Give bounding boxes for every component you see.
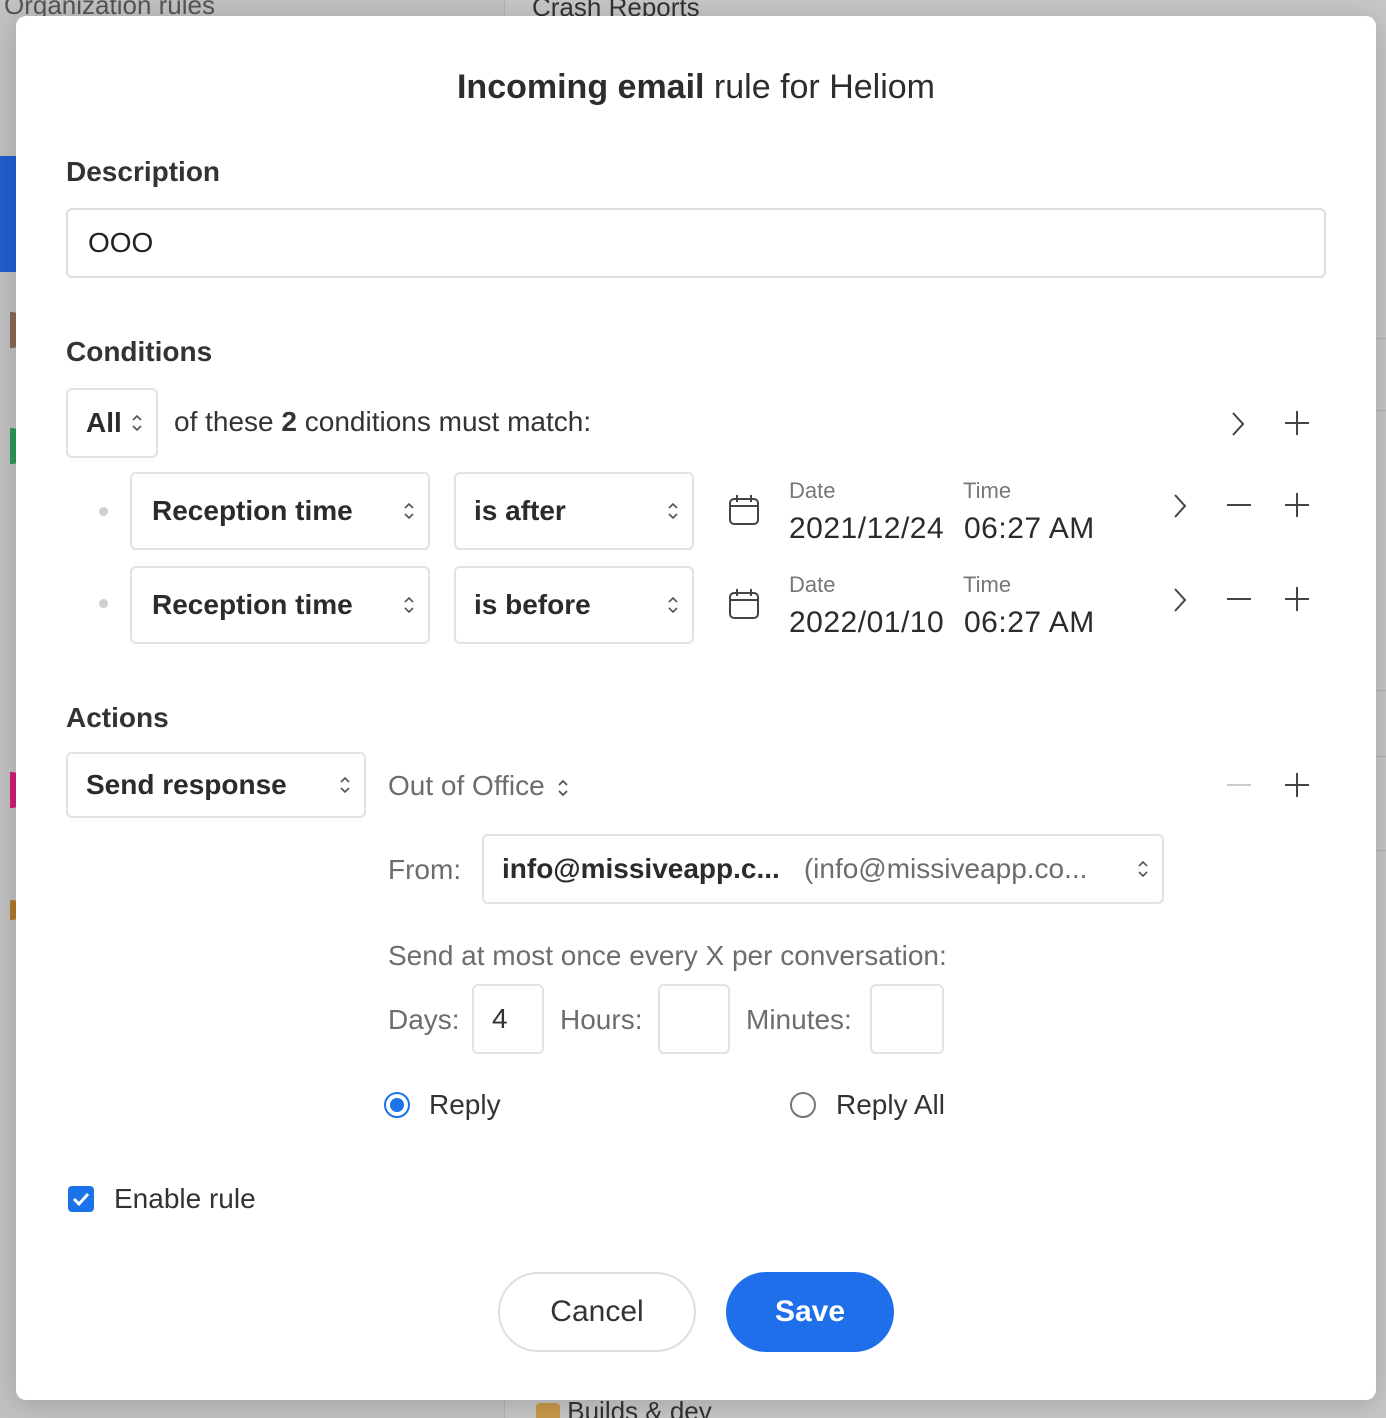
from-name: info@missiveapp.c... xyxy=(502,853,780,884)
updown-chevron-icon xyxy=(668,502,678,520)
actions-label: Actions xyxy=(66,702,169,733)
updown-chevron-icon xyxy=(132,414,142,432)
updown-chevron-icon xyxy=(404,596,414,614)
background-divider xyxy=(1376,850,1386,851)
add-condition-icon[interactable] xyxy=(1284,586,1310,612)
add-condition-icon[interactable] xyxy=(1284,410,1310,436)
time-value[interactable]: 06:27 AM xyxy=(964,606,1095,640)
match-text: of these 2 conditions must match: xyxy=(174,406,592,437)
from-label: From: xyxy=(388,854,462,885)
calendar-icon[interactable] xyxy=(728,494,760,526)
background-divider xyxy=(1376,690,1386,691)
date-label: Date xyxy=(789,572,836,597)
date-value[interactable]: 2022/01/10 xyxy=(789,606,944,640)
add-action-icon[interactable] xyxy=(1284,772,1310,798)
time-label: Time xyxy=(963,572,1012,597)
dialog-title-rest: rule for Heliom xyxy=(704,68,935,106)
add-condition-icon[interactable] xyxy=(1284,492,1310,518)
construction-worker-icon xyxy=(536,1403,560,1418)
from-address: (info@missiveapp.co... xyxy=(803,853,1088,884)
conditions-label: Conditions xyxy=(66,336,213,367)
reply-label[interactable]: Reply xyxy=(429,1089,501,1121)
remove-condition-icon[interactable] xyxy=(1226,586,1252,612)
reply-all-radio[interactable] xyxy=(790,1092,816,1118)
match-count: 2 xyxy=(281,406,297,437)
condition-operator-select[interactable]: is after xyxy=(454,472,694,550)
days-label: Days: xyxy=(388,1004,460,1035)
background-divider xyxy=(1376,410,1386,411)
background-divider xyxy=(1376,756,1386,757)
hours-label: Hours: xyxy=(560,1004,643,1035)
minutes-label: Minutes: xyxy=(746,1004,852,1035)
match-mode-value: All xyxy=(86,407,122,438)
updown-chevron-icon xyxy=(668,596,678,614)
action-type-select[interactable]: Send response xyxy=(66,752,366,818)
description-label: Description xyxy=(66,156,221,187)
updown-chevron-icon xyxy=(404,502,414,520)
enable-rule-checkbox[interactable] xyxy=(68,1186,94,1212)
time-label: Time xyxy=(963,478,1012,503)
background-selected-indicator xyxy=(0,156,16,272)
chevron-right-icon[interactable] xyxy=(1228,410,1248,438)
updown-chevron-icon xyxy=(1138,860,1148,878)
dialog-title-bold: Incoming email xyxy=(456,68,705,106)
condition-operator-select[interactable]: is before xyxy=(454,566,694,644)
updown-chevron-icon xyxy=(558,779,569,796)
frequency-text: Send at most once every X per conversati… xyxy=(388,940,947,971)
cancel-button[interactable]: Cancel xyxy=(498,1272,696,1352)
calendar-icon[interactable] xyxy=(728,588,760,620)
date-value[interactable]: 2021/12/24 xyxy=(789,512,944,546)
match-mode-select[interactable]: All xyxy=(66,388,158,458)
checkmark-icon xyxy=(72,1192,90,1207)
background-divider xyxy=(1376,338,1386,339)
description-input[interactable] xyxy=(66,208,1326,278)
condition-field-select[interactable]: Reception time xyxy=(130,566,430,644)
date-label: Date xyxy=(789,478,836,503)
condition-bullet xyxy=(99,599,108,608)
from-select[interactable]: info@missiveapp.c... (info@missiveapp.co… xyxy=(482,834,1164,904)
condition-field-select[interactable]: Reception time xyxy=(130,472,430,550)
days-input[interactable] xyxy=(472,984,544,1054)
updown-chevron-icon xyxy=(340,776,350,794)
time-value[interactable]: 06:27 AM xyxy=(964,512,1095,546)
save-button[interactable]: Save xyxy=(726,1272,894,1352)
remove-condition-icon[interactable] xyxy=(1226,492,1252,518)
chevron-right-icon[interactable] xyxy=(1170,492,1190,520)
rule-dialog: Incoming email rule for Heliom Descripti… xyxy=(16,16,1376,1400)
reply-all-label[interactable]: Reply All xyxy=(836,1089,945,1121)
remove-action-icon[interactable] xyxy=(1226,772,1252,798)
response-template-select[interactable]: Out of Office xyxy=(388,770,570,802)
enable-rule-label[interactable]: Enable rule xyxy=(114,1183,256,1215)
dialog-title: Incoming email rule for Heliom xyxy=(16,68,1376,107)
hours-input[interactable] xyxy=(658,984,730,1054)
minutes-input[interactable] xyxy=(870,984,944,1054)
condition-bullet xyxy=(99,507,108,516)
chevron-right-icon[interactable] xyxy=(1170,586,1190,614)
reply-radio[interactable] xyxy=(384,1092,410,1118)
